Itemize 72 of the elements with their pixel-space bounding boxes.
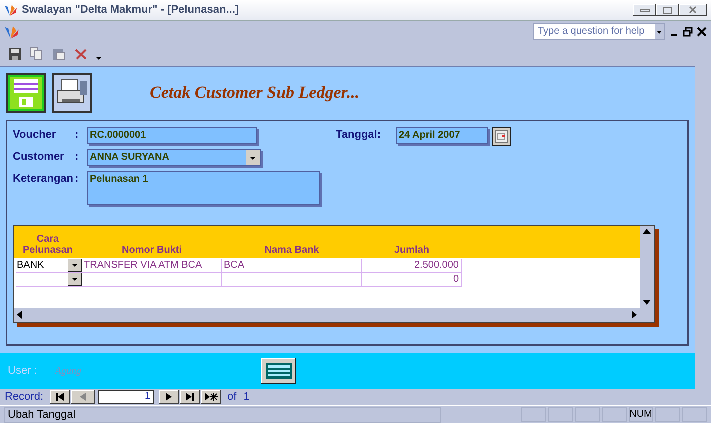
colon: :: [75, 150, 80, 165]
dropdown-icon: [246, 150, 260, 165]
first-record-button[interactable]: [50, 390, 70, 404]
calendar-button[interactable]: [492, 127, 511, 146]
dropdown-icon: [655, 24, 664, 39]
delete-icon[interactable]: [74, 47, 88, 61]
paste-icon[interactable]: [52, 47, 66, 61]
status-panel: [655, 407, 680, 422]
app-logo-icon: [4, 3, 18, 17]
record-of-label: of: [228, 390, 237, 405]
close-icon: [689, 6, 697, 14]
maximize-button[interactable]: [656, 4, 679, 16]
column-header: Cara Pelunasan: [22, 234, 74, 256]
user-label: User :: [8, 364, 38, 379]
column-header: Nama Bank: [264, 245, 320, 256]
print-button[interactable]: [52, 72, 92, 112]
form-title: Cetak Customer Sub Ledger...: [150, 82, 360, 104]
last-icon: [184, 393, 195, 401]
status-panel: [602, 407, 627, 422]
previous-record-button[interactable]: [70, 390, 95, 404]
colon: :: [75, 128, 80, 143]
restore-icon[interactable]: [683, 26, 693, 36]
user-name: Agung: [55, 364, 82, 378]
status-panel: [575, 407, 600, 422]
customer-dropdown[interactable]: ANNA SURYANA: [87, 149, 261, 166]
status-panel: [548, 407, 573, 422]
window-title: Swalayan "Delta Makmur" - [Pelunasan...]: [22, 2, 240, 18]
field-label: Customer: [13, 150, 66, 165]
status-panel: [521, 407, 546, 422]
table-cell: BCA: [222, 259, 362, 273]
dropdown-icon: [68, 273, 82, 286]
field-label: Voucher: [13, 128, 58, 143]
save-icon[interactable]: [8, 47, 22, 61]
column-header: Nomor Bukti: [121, 245, 183, 256]
date-field[interactable]: 24 April 2007: [396, 127, 488, 144]
voucher-field[interactable]: RC.0000001: [87, 127, 257, 144]
vertical-scrollbar[interactable]: [640, 226, 654, 322]
date-label: Tanggal:: [336, 128, 382, 143]
status-panel: [682, 407, 707, 422]
colon: :: [75, 172, 80, 187]
record-total: 1: [244, 390, 250, 405]
table-cell: 0: [362, 273, 462, 287]
new-record-button[interactable]: [200, 390, 221, 404]
column-header: Jumlah: [393, 245, 430, 256]
notes-field[interactable]: Pelunasan 1: [87, 171, 320, 205]
table-cell: 2.500.000: [362, 259, 462, 273]
close-icon[interactable]: [697, 26, 707, 36]
previous-icon: [78, 393, 87, 401]
save-button[interactable]: [6, 72, 46, 112]
help-field[interactable]: Type a question for help: [533, 23, 665, 40]
calculator-button[interactable]: [261, 358, 296, 384]
next-icon: [164, 393, 173, 401]
payment-method-dropdown[interactable]: [16, 273, 82, 287]
new-record-icon: [204, 393, 218, 401]
copy-icon[interactable]: [30, 47, 44, 61]
minimize-button[interactable]: [633, 4, 656, 16]
next-record-button[interactable]: [158, 390, 179, 404]
calendar-icon: [495, 130, 508, 143]
first-icon: [54, 393, 65, 401]
close-button[interactable]: [679, 4, 707, 16]
num-lock-indicator: NUM: [628, 407, 654, 422]
status-text: Ubah Tanggal: [4, 406, 442, 422]
record-label: Record:: [5, 390, 44, 405]
table-cell: TRANSFER VIA ATM BCA: [82, 259, 222, 273]
horizontal-scrollbar[interactable]: [14, 308, 640, 322]
last-record-button[interactable]: [180, 390, 200, 404]
app-logo-icon: [4, 24, 20, 40]
keyboard-icon: [266, 363, 292, 379]
record-number-field[interactable]: 1: [98, 390, 154, 404]
field-label: Keterangan: [13, 172, 75, 187]
dropdown-icon: [68, 259, 82, 272]
payment-method-dropdown[interactable]: BANK: [16, 259, 82, 273]
